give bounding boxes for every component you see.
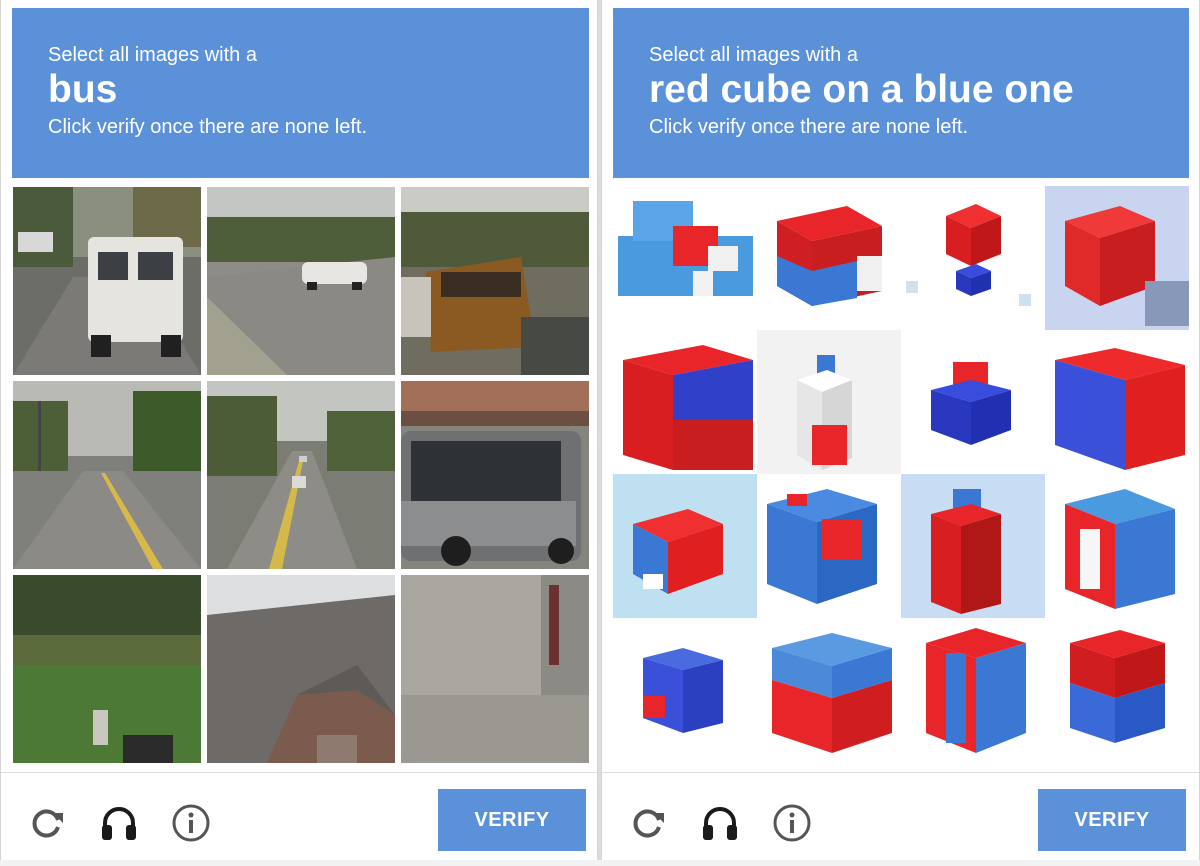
challenge-header: Select all images with a bus Click verif… xyxy=(12,8,589,178)
image-tile-9[interactable] xyxy=(401,575,589,763)
image-tile-6[interactable] xyxy=(757,330,901,474)
image-tile-14[interactable] xyxy=(757,618,901,762)
headphones-icon xyxy=(703,807,737,840)
image-tile-11[interactable] xyxy=(901,474,1045,618)
info-icon xyxy=(172,804,210,842)
challenge-target: bus xyxy=(48,68,118,111)
image-tile-15[interactable] xyxy=(901,618,1045,762)
image-tile-2[interactable] xyxy=(207,187,395,375)
info-icon xyxy=(773,804,811,842)
audio-challenge-button[interactable] xyxy=(700,803,740,843)
challenge-instruction: Click verify once there are none left. xyxy=(649,116,969,138)
captcha-footer: VERIFY xyxy=(602,772,1199,866)
image-grid xyxy=(13,187,589,763)
image-tile-8[interactable] xyxy=(1045,330,1189,474)
reload-button[interactable] xyxy=(27,803,67,843)
info-button[interactable] xyxy=(171,803,211,843)
image-grid xyxy=(613,186,1189,762)
headphones-icon xyxy=(102,807,136,840)
image-tile-9[interactable] xyxy=(613,474,757,618)
challenge-target: red cube on a blue one xyxy=(649,68,1074,111)
challenge-prompt: Select all images with a xyxy=(48,44,257,66)
image-tile-4[interactable] xyxy=(13,381,201,569)
audio-challenge-button[interactable] xyxy=(99,803,139,843)
captcha-panel-cubes: Select all images with a red cube on a b… xyxy=(601,0,1200,866)
image-tile-16[interactable] xyxy=(1045,618,1189,762)
challenge-instruction: Click verify once there are none left. xyxy=(48,116,368,138)
info-button[interactable] xyxy=(772,803,812,843)
challenge-prompt: Select all images with a xyxy=(649,44,858,66)
image-tile-10[interactable] xyxy=(757,474,901,618)
challenge-header: Select all images with a red cube on a b… xyxy=(613,8,1189,178)
reload-icon xyxy=(32,809,63,838)
reload-icon xyxy=(633,809,664,838)
image-tile-7[interactable] xyxy=(901,330,1045,474)
image-tile-7[interactable] xyxy=(13,575,201,763)
image-tile-3[interactable] xyxy=(901,186,1045,330)
image-tile-4[interactable] xyxy=(1045,186,1189,330)
verify-button[interactable]: VERIFY xyxy=(438,789,586,851)
image-tile-5[interactable] xyxy=(613,330,757,474)
captcha-panel-bus: Select all images with a bus Click verif… xyxy=(0,0,598,866)
image-tile-13[interactable] xyxy=(613,618,757,762)
bottom-strip xyxy=(0,860,1200,866)
image-tile-2[interactable] xyxy=(757,186,901,330)
image-tile-5[interactable] xyxy=(207,381,395,569)
image-tile-1[interactable] xyxy=(613,186,757,330)
image-tile-6[interactable] xyxy=(401,381,589,569)
image-tile-1[interactable] xyxy=(13,187,201,375)
image-tile-12[interactable] xyxy=(1045,474,1189,618)
captcha-footer: VERIFY xyxy=(1,772,597,866)
reload-button[interactable] xyxy=(628,803,668,843)
image-tile-8[interactable] xyxy=(207,575,395,763)
verify-button[interactable]: VERIFY xyxy=(1038,789,1186,851)
image-tile-3[interactable] xyxy=(401,187,589,375)
